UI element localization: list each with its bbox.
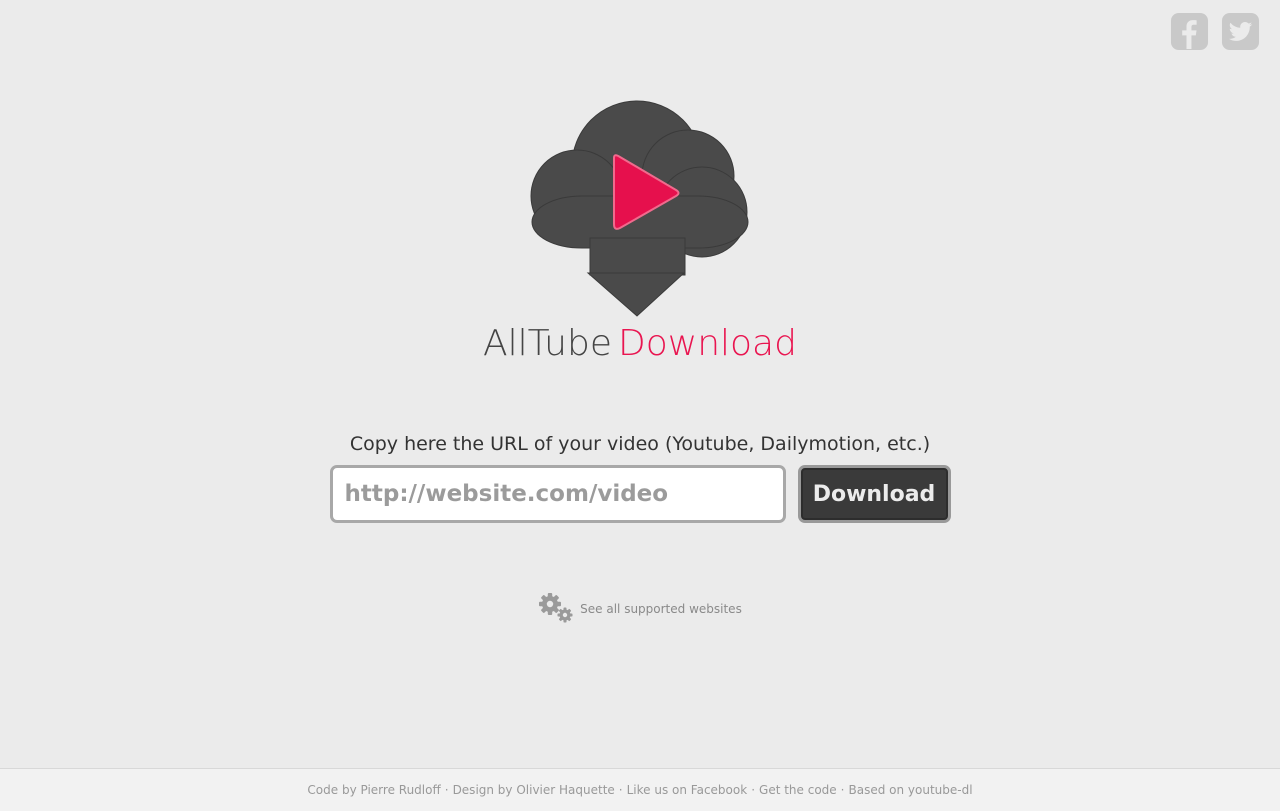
supported-websites-link[interactable]: See all supported websites bbox=[580, 602, 742, 616]
footer: Code by Pierre Rudloff · Design by Olivi… bbox=[0, 768, 1280, 811]
social-links bbox=[1170, 12, 1260, 51]
url-input[interactable] bbox=[329, 465, 786, 523]
footer-separator: · bbox=[840, 783, 845, 797]
download-form: Copy here the URL of your video (Youtube… bbox=[0, 433, 1280, 523]
footer-facebook-link[interactable]: Like us on Facebook bbox=[627, 783, 748, 797]
footer-separator: · bbox=[444, 783, 449, 797]
footer-get-code-link[interactable]: Get the code bbox=[759, 783, 837, 797]
supported-websites: See all supported websites bbox=[0, 592, 1280, 624]
brand-wordmark: AllTube Download bbox=[0, 326, 1280, 362]
gears-icon bbox=[539, 593, 573, 623]
form-row: Download bbox=[0, 465, 1280, 523]
footer-youtube-dl-link[interactable]: Based on youtube-dl bbox=[849, 783, 973, 797]
facebook-icon[interactable] bbox=[1170, 12, 1209, 51]
cloud-download-logo-icon bbox=[530, 100, 749, 317]
url-label: Copy here the URL of your video (Youtube… bbox=[349, 433, 931, 455]
footer-separator: · bbox=[618, 783, 623, 797]
brand-word-alltube: AllTube bbox=[483, 323, 613, 364]
brand-word-download: Download bbox=[618, 323, 797, 364]
twitter-icon[interactable] bbox=[1221, 12, 1260, 51]
footer-separator: · bbox=[751, 783, 756, 797]
logo: AllTube Download bbox=[0, 98, 1280, 362]
footer-code-by-link[interactable]: Code by Pierre Rudloff bbox=[307, 783, 440, 797]
download-button[interactable]: Download bbox=[797, 465, 951, 523]
footer-design-by-link[interactable]: Design by Olivier Haquette bbox=[453, 783, 615, 797]
